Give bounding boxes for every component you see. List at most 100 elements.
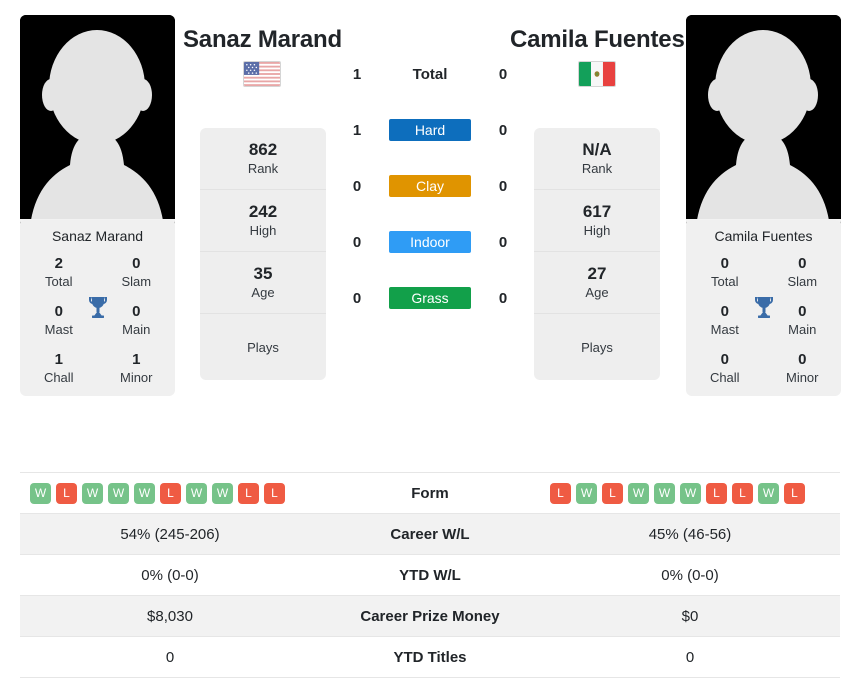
trophy-icon xyxy=(751,294,777,320)
ytd-titles-left: 0 xyxy=(165,648,175,666)
titles-chall-value: 0 xyxy=(720,351,729,368)
rank-card-left: 862 Rank 242 High 35 Age Plays xyxy=(200,128,326,380)
rank-cell-age: 35 Age xyxy=(200,252,326,314)
titles-chall-value: 1 xyxy=(54,351,63,368)
age-value: 35 xyxy=(253,264,273,283)
titles-cell-total: 2 Total xyxy=(20,254,98,290)
form-badge-win: W xyxy=(680,482,701,504)
titles-grid: 0 Total 0 Slam 0 Mast 0 Main 0 Chall 0 M… xyxy=(686,254,841,386)
titles-total-value: 0 xyxy=(720,255,729,272)
form-badge-loss: L xyxy=(784,482,805,504)
table-row-label: Form xyxy=(411,484,449,502)
player-name-right[interactable]: Camila Fuentes xyxy=(510,26,685,54)
age-label: Age xyxy=(251,285,275,300)
rank-cell-high: 617 High xyxy=(534,190,660,252)
head-to-head-column: 1 Total 0 1 Hard 0 0 Clay 0 0 Indoor 0 0 xyxy=(340,58,520,338)
titles-total-value: 2 xyxy=(54,255,63,272)
comparison-header: Sanaz Marand Camila Fuentes 1 Total 0 1 … xyxy=(0,0,859,462)
h2h-left-score: 0 xyxy=(352,233,362,251)
surface-badge-indoor[interactable]: Indoor xyxy=(389,231,471,253)
titles-slam-value: 0 xyxy=(798,255,807,272)
table-row-label: YTD Titles xyxy=(393,648,467,666)
rank-cell-rank: 862 Rank xyxy=(200,128,326,190)
table-row-ytd-wl: 0% (0-0) YTD W/L 0% (0-0) xyxy=(20,555,840,596)
h2h-row-total: 1 Total 0 xyxy=(340,58,520,90)
form-badge-loss: L xyxy=(732,482,753,504)
rank-value: N/A xyxy=(582,140,612,159)
plays-label: Plays xyxy=(247,339,279,355)
rank-cell-plays: Plays xyxy=(534,314,660,380)
h2h-row-grass: 0 Grass 0 xyxy=(340,282,520,314)
table-row-label: YTD W/L xyxy=(399,566,461,584)
career-wl-right: 45% (46-56) xyxy=(648,525,732,543)
rank-value: 862 xyxy=(248,140,278,159)
surface-badge-grass[interactable]: Grass xyxy=(389,287,471,309)
form-badge-loss: L xyxy=(602,482,623,504)
plays-label: Plays xyxy=(581,339,613,355)
form-badge-win: W xyxy=(30,482,51,504)
ytd-wl-right: 0% (0-0) xyxy=(661,566,719,584)
form-badge-win: W xyxy=(212,482,233,504)
prize-money-right: $0 xyxy=(681,607,699,625)
h2h-surface-label: Total xyxy=(412,65,448,83)
titles-main-label: Main xyxy=(788,322,817,337)
h2h-left-score: 1 xyxy=(352,65,362,83)
titles-mast-label: Mast xyxy=(44,322,73,337)
h2h-row-hard: 1 Hard 0 xyxy=(340,114,520,146)
rank-label: Rank xyxy=(581,161,613,176)
form-badge-loss: L xyxy=(160,482,181,504)
titles-minor-label: Minor xyxy=(119,370,153,385)
us-flag-icon xyxy=(243,61,281,87)
surface-badge-hard[interactable]: Hard xyxy=(389,119,471,141)
titles-mast-label: Mast xyxy=(710,322,739,337)
career-wl-left: 54% (245-206) xyxy=(120,525,220,543)
titles-chall-label: Chall xyxy=(709,370,740,385)
form-right: LWLWWWLLWL xyxy=(540,482,840,504)
high-label: High xyxy=(249,223,277,238)
titles-chall-label: Chall xyxy=(43,370,74,385)
rank-cell-high: 242 High xyxy=(200,190,326,252)
titles-grid: 2 Total 0 Slam 0 Mast 0 Main 1 Chall 1 M… xyxy=(20,254,175,386)
rank-cell-age: 27 Age xyxy=(534,252,660,314)
rank-cell-plays: Plays xyxy=(200,314,326,380)
titles-slam-label: Slam xyxy=(787,274,818,289)
form-badge-win: W xyxy=(82,482,103,504)
titles-cell-chall: 0 Chall xyxy=(686,350,764,386)
titles-main-label: Main xyxy=(122,322,151,337)
high-value: 617 xyxy=(582,202,612,221)
h2h-right-score: 0 xyxy=(498,289,508,307)
titles-total-label: Total xyxy=(45,274,73,289)
player-comparison-page: Sanaz Marand Camila Fuentes 1 Total 0 1 … xyxy=(0,0,859,681)
h2h-left-score: 1 xyxy=(352,121,362,139)
card-player-name: Sanaz Marand xyxy=(51,228,144,244)
h2h-right-score: 0 xyxy=(498,65,508,83)
h2h-right-score: 0 xyxy=(498,121,508,139)
titles-card-right: Camila Fuentes 0 Total 0 Slam 0 Mast 0 M… xyxy=(686,220,841,396)
titles-slam-value: 0 xyxy=(132,255,141,272)
titles-cell-minor: 1 Minor xyxy=(98,350,176,386)
form-badge-win: W xyxy=(108,482,129,504)
titles-total-label: Total xyxy=(711,274,739,289)
form-badge-win: W xyxy=(654,482,675,504)
mx-flag-icon xyxy=(578,61,616,87)
rank-cell-rank: N/A Rank xyxy=(534,128,660,190)
h2h-row-clay: 0 Clay 0 xyxy=(340,170,520,202)
h2h-left-score: 0 xyxy=(352,177,362,195)
card-player-name: Camila Fuentes xyxy=(714,228,813,244)
comparison-table: WLWWWLWWLL Form LWLWWWLLWL 54% (245-206)… xyxy=(20,472,840,678)
titles-cell-slam: 0 Slam xyxy=(98,254,176,290)
age-label: Age xyxy=(585,285,609,300)
form-badge-loss: L xyxy=(238,482,259,504)
surface-badge-clay[interactable]: Clay xyxy=(389,175,471,197)
trophy-icon xyxy=(85,294,111,320)
titles-minor-value: 0 xyxy=(798,351,807,368)
form-badge-loss: L xyxy=(706,482,727,504)
titles-cell-minor: 0 Minor xyxy=(764,350,842,386)
player-name-left[interactable]: Sanaz Marand xyxy=(183,26,342,54)
table-row-career-wl: 54% (245-206) Career W/L 45% (46-56) xyxy=(20,514,840,555)
form-badge-win: W xyxy=(628,482,649,504)
table-row-label: Career Prize Money xyxy=(360,607,500,625)
form-left: WLWWWLWWLL xyxy=(20,482,320,504)
form-badge-win: W xyxy=(134,482,155,504)
prize-money-left: $8,030 xyxy=(147,607,193,625)
